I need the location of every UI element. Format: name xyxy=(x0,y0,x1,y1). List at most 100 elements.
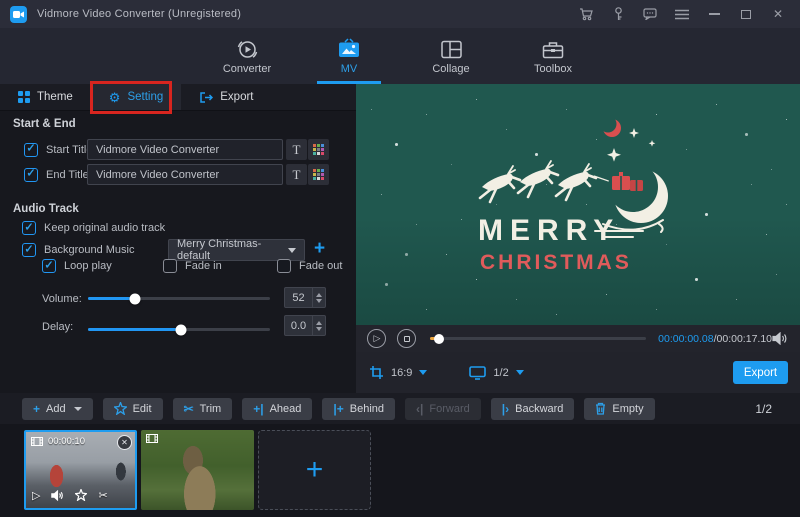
timeline-clip-1-selected[interactable]: 00:00:10 ✕ ▷ ✂ xyxy=(24,430,137,510)
move-forward-button[interactable]: ‹| Forward xyxy=(405,398,481,420)
feedback-icon[interactable] xyxy=(642,6,658,22)
loop-play-label: Loop play xyxy=(64,260,112,272)
insert-ahead-button[interactable]: +| Ahead xyxy=(242,398,312,420)
delay-slider-thumb[interactable] xyxy=(175,324,186,335)
timeline-clip-2[interactable] xyxy=(141,430,254,510)
volume-slider-fill xyxy=(88,297,135,300)
background-music-label: Background Music xyxy=(44,244,135,256)
insert-behind-icon: |+ xyxy=(333,403,343,415)
trash-icon xyxy=(595,402,606,415)
tab-mv[interactable]: MV xyxy=(313,28,385,84)
end-title-label: End Title xyxy=(46,169,89,181)
end-title-checkbox[interactable]: ✓ xyxy=(24,168,38,182)
panel-tab-export-label: Export xyxy=(220,91,253,103)
settings-panel: Theme ⚙ Setting Export Start & End ✓ Sta… xyxy=(0,84,356,393)
time-display: 00:00:00.08/00:00:17.10 xyxy=(658,333,772,345)
remove-clip-icon[interactable]: ✕ xyxy=(117,435,132,450)
volume-mute-button[interactable] xyxy=(772,332,788,345)
fade-out-label: Fade out xyxy=(299,260,342,272)
loop-play-checkbox[interactable]: ✓ xyxy=(42,259,56,273)
play-button[interactable]: ▷ xyxy=(367,329,386,348)
start-title-effect-button[interactable] xyxy=(308,139,329,160)
delay-slider-fill xyxy=(88,328,181,331)
delay-down-arrow[interactable] xyxy=(316,327,322,331)
insert-behind-button[interactable]: |+ Behind xyxy=(322,398,395,420)
video-preview: MERRY CHRISTMAS xyxy=(356,84,800,325)
volume-slider-thumb[interactable] xyxy=(130,293,141,304)
cart-icon[interactable] xyxy=(578,6,594,22)
view-options-bar: 16:9 1/2 Export xyxy=(356,352,800,393)
preview-panel: MERRY CHRISTMAS ▷ 00:00:00.08/00:00:17.1… xyxy=(356,84,800,393)
fade-in-checkbox[interactable]: ✓ xyxy=(163,259,177,273)
volume-spinbox[interactable]: 52 xyxy=(284,287,326,308)
close-button[interactable]: ✕ xyxy=(770,6,786,22)
screen-page-selector[interactable]: 1/2 xyxy=(469,366,523,380)
seek-bar-thumb[interactable] xyxy=(434,334,444,344)
tab-converter-label: Converter xyxy=(223,64,271,75)
clip-timeline: 00:00:10 ✕ ▷ ✂ + xyxy=(0,424,800,517)
keep-original-audio-label: Keep original audio track xyxy=(44,222,165,234)
clip-trim-icon[interactable]: ✂ xyxy=(98,491,107,502)
volume-up-arrow[interactable] xyxy=(316,293,322,297)
aspect-ratio-selector[interactable]: 16:9 xyxy=(369,365,427,380)
delay-spinbox[interactable]: 0.0 xyxy=(284,315,326,336)
start-title-input[interactable] xyxy=(87,139,283,160)
tab-converter[interactable]: Converter xyxy=(211,28,283,84)
tab-collage[interactable]: Collage xyxy=(415,28,487,84)
panel-tab-export[interactable]: Export xyxy=(181,84,271,110)
chevron-down-icon xyxy=(288,248,296,253)
volume-slider[interactable] xyxy=(88,297,270,300)
panel-tab-setting[interactable]: ⚙ Setting xyxy=(91,84,181,110)
delay-up-arrow[interactable] xyxy=(316,321,322,325)
tab-toolbox[interactable]: Toolbox xyxy=(517,28,589,84)
add-clip-button[interactable]: + Add xyxy=(22,398,93,420)
end-title-font-button[interactable]: T xyxy=(286,164,307,185)
panel-tab-theme[interactable]: Theme xyxy=(0,84,91,110)
plus-icon: + xyxy=(306,455,324,485)
pixel-grid-icon xyxy=(313,169,324,180)
converter-icon xyxy=(236,38,259,61)
move-backward-button[interactable]: |› Backward xyxy=(491,398,575,420)
current-time: 00:00:00.08 xyxy=(658,333,713,345)
menu-icon[interactable] xyxy=(674,6,690,22)
minimize-button[interactable] xyxy=(706,6,722,22)
export-button[interactable]: Export xyxy=(733,361,788,384)
add-music-button[interactable]: + xyxy=(314,239,325,258)
maximize-button[interactable] xyxy=(738,6,754,22)
start-title-font-button[interactable]: T xyxy=(286,139,307,160)
register-key-icon[interactable] xyxy=(610,6,626,22)
decor-dash xyxy=(594,230,644,232)
seek-bar[interactable] xyxy=(430,337,646,340)
empty-list-button[interactable]: Empty xyxy=(584,398,654,420)
clip-duration: 00:00:10 xyxy=(48,436,85,447)
end-title-input[interactable] xyxy=(87,164,283,185)
total-time: 00:00:17.10 xyxy=(717,333,772,345)
chevron-down-icon xyxy=(74,407,82,411)
move-forward-icon: ‹| xyxy=(416,403,423,415)
aspect-ratio-value: 16:9 xyxy=(391,367,412,379)
delay-slider[interactable] xyxy=(88,328,270,331)
trim-clip-button[interactable]: ✂ Trim xyxy=(173,398,233,420)
pixel-grid-icon xyxy=(313,144,324,155)
keep-original-audio-checkbox[interactable]: ✓ xyxy=(22,221,36,235)
theme-icon xyxy=(18,91,30,103)
stop-button[interactable] xyxy=(397,329,416,348)
add-clip-placeholder[interactable]: + xyxy=(258,430,371,510)
edit-clip-button[interactable]: Edit xyxy=(103,398,163,420)
clip-play-icon[interactable]: ▷ xyxy=(32,491,40,502)
export-tab-icon xyxy=(199,91,213,104)
end-title-effect-button[interactable] xyxy=(308,164,329,185)
tab-toolbox-label: Toolbox xyxy=(534,64,572,75)
christmas-scene xyxy=(356,84,800,325)
fade-out-checkbox[interactable]: ✓ xyxy=(277,259,291,273)
start-title-checkbox[interactable]: ✓ xyxy=(24,143,38,157)
film-icon xyxy=(31,437,43,446)
decor-dash xyxy=(604,236,634,238)
volume-down-arrow[interactable] xyxy=(316,299,322,303)
monitor-icon xyxy=(469,366,486,380)
chevron-down-icon xyxy=(516,370,524,375)
mv-icon xyxy=(337,38,361,61)
clip-audio-icon[interactable] xyxy=(51,490,64,504)
background-music-checkbox[interactable]: ✓ xyxy=(22,243,36,257)
clip-edit-icon[interactable] xyxy=(75,489,87,504)
